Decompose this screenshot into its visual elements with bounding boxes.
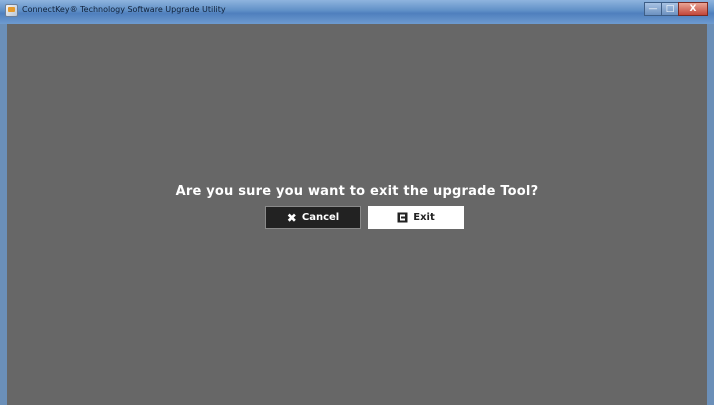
exit-door-icon (397, 212, 408, 223)
window-title: ConnectKey® Technology Software Upgrade … (22, 5, 226, 14)
main-content: Are you sure you want to exit the upgrad… (7, 24, 707, 405)
app-icon (5, 4, 18, 17)
maximize-button[interactable]: □ (661, 2, 679, 16)
exit-button[interactable]: Exit (368, 206, 464, 229)
cancel-button-label: Cancel (301, 212, 340, 223)
exit-confirmation-dialog: Are you sure you want to exit the upgrad… (7, 24, 707, 405)
window-controls: — □ X (644, 2, 708, 16)
exit-button-label: Exit (413, 212, 435, 223)
close-x-icon: ✖ (286, 210, 297, 225)
exit-question: Are you sure you want to exit the upgrad… (175, 184, 539, 199)
app-window: ConnectKey® Technology Software Upgrade … (0, 0, 714, 405)
minimize-button[interactable]: — (644, 2, 662, 16)
title-bar[interactable]: ConnectKey® Technology Software Upgrade … (0, 0, 714, 24)
close-window-button[interactable]: X (678, 2, 708, 16)
cancel-button[interactable]: ✖ Cancel (265, 206, 361, 229)
